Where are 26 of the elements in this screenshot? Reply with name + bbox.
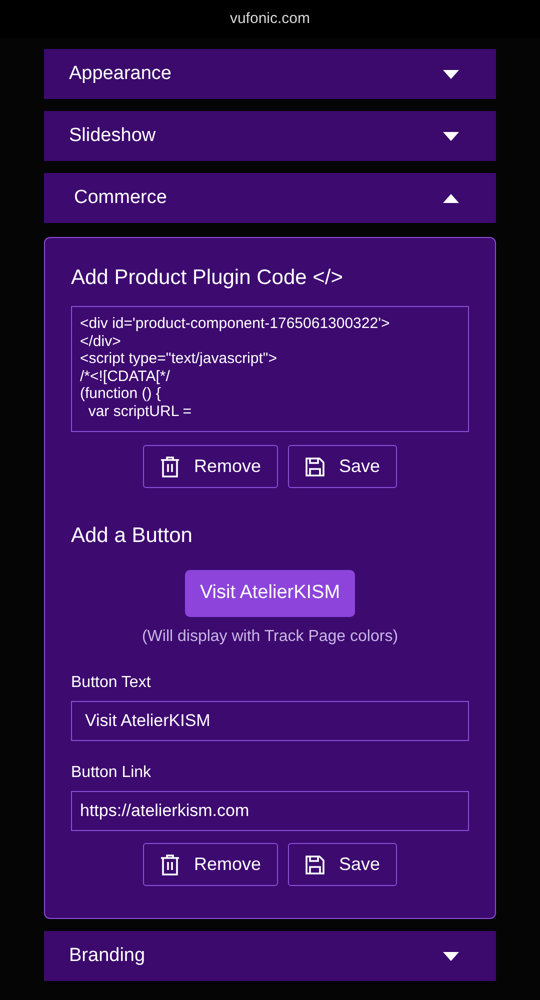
field-label: Button Link — [71, 763, 152, 783]
trash-icon — [160, 854, 180, 876]
address-bar-url: vufonic.com — [230, 8, 310, 29]
field-label: Button Text — [71, 673, 152, 693]
save-button[interactable]: Save — [288, 843, 398, 886]
save-icon — [305, 854, 325, 874]
accordion-header[interactable]: Commerce — [44, 173, 496, 223]
accordion-header[interactable]: Appearance — [44, 49, 496, 99]
code-field[interactable]: <div id='product-component-1765061300322'> </div> <script type="text/javascript"> /*<![CDATA[*/ (function () { var scriptURL = — [71, 306, 469, 432]
section-heading: Add Product Plugin Code </> — [71, 265, 344, 291]
accordion-header[interactable]: Branding — [44, 931, 496, 981]
trash-icon — [160, 456, 180, 478]
input-field[interactable]: Visit AtelierKISM — [71, 701, 469, 741]
accordion-header[interactable]: Slideshow — [44, 111, 496, 161]
save-button[interactable]: Save — [288, 445, 398, 488]
section-heading: Add a Button — [71, 523, 194, 549]
caret-icon — [442, 192, 460, 204]
preview-button[interactable]: Visit AtelierKISM — [184, 570, 356, 617]
caret-icon — [442, 68, 460, 80]
preview-note: (Will display with Track Page colors) — [140, 627, 400, 647]
caret-icon — [442, 950, 460, 962]
remove-button[interactable]: Remove — [142, 445, 278, 488]
input-field[interactable]: https://atelierkism.com — [71, 791, 469, 831]
caret-icon — [442, 130, 460, 142]
remove-button[interactable]: Remove — [142, 843, 278, 886]
save-icon — [305, 456, 325, 476]
